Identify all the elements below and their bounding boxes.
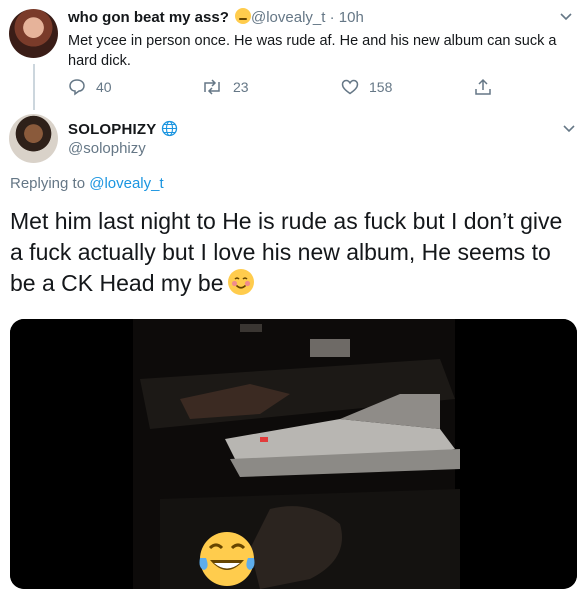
thinking-emoji-icon (235, 8, 252, 24)
reply-tweet-text-content: Met him last night to He is rude as fuck… (10, 208, 563, 296)
retweet-icon (204, 79, 220, 95)
parent-tweet-text: Met ycee in person once. He was rude af.… (68, 33, 557, 69)
like-count: 158 (369, 79, 393, 95)
video-frame (10, 319, 577, 589)
like-action[interactable]: 158 (341, 78, 392, 96)
chevron-down-icon[interactable] (560, 10, 572, 22)
retweet-count: 23 (233, 79, 249, 95)
heart-icon (341, 79, 359, 95)
chevron-down-icon[interactable] (563, 122, 575, 134)
reply-icon (69, 79, 85, 96)
replying-to: Replying to @lovealy_t (10, 175, 164, 192)
thread-connector-line (33, 64, 35, 110)
reply-handle[interactable]: @solophizy (68, 140, 146, 157)
reply-display-name-text: SOLOPHIZY (68, 121, 157, 138)
retweet-action[interactable]: 23 (201, 78, 249, 96)
avatar[interactable] (9, 9, 58, 58)
share-icon (475, 78, 491, 95)
parent-handle-time[interactable]: @lovealy_t · 10h (251, 9, 364, 26)
reply-tweet-text: Met him last night to He is rude as fuck… (10, 206, 580, 299)
smiling-blush-emoji-icon (227, 269, 254, 295)
globe-icon (161, 120, 177, 137)
tears-of-joy-emoji-icon (199, 532, 255, 586)
parent-display-name-text: who gon beat my ass? (68, 9, 229, 26)
reply-count: 40 (96, 79, 112, 95)
replying-to-label: Replying to (10, 175, 86, 192)
reply-action[interactable]: 40 (68, 78, 112, 96)
replying-to-link[interactable]: @lovealy_t (89, 175, 163, 192)
parent-display-name[interactable]: who gon beat my ass? (68, 8, 252, 26)
video-player[interactable] (10, 319, 577, 589)
share-action[interactable] (474, 78, 502, 96)
reply-display-name[interactable]: SOLOPHIZY (68, 120, 178, 138)
avatar[interactable] (9, 114, 58, 163)
